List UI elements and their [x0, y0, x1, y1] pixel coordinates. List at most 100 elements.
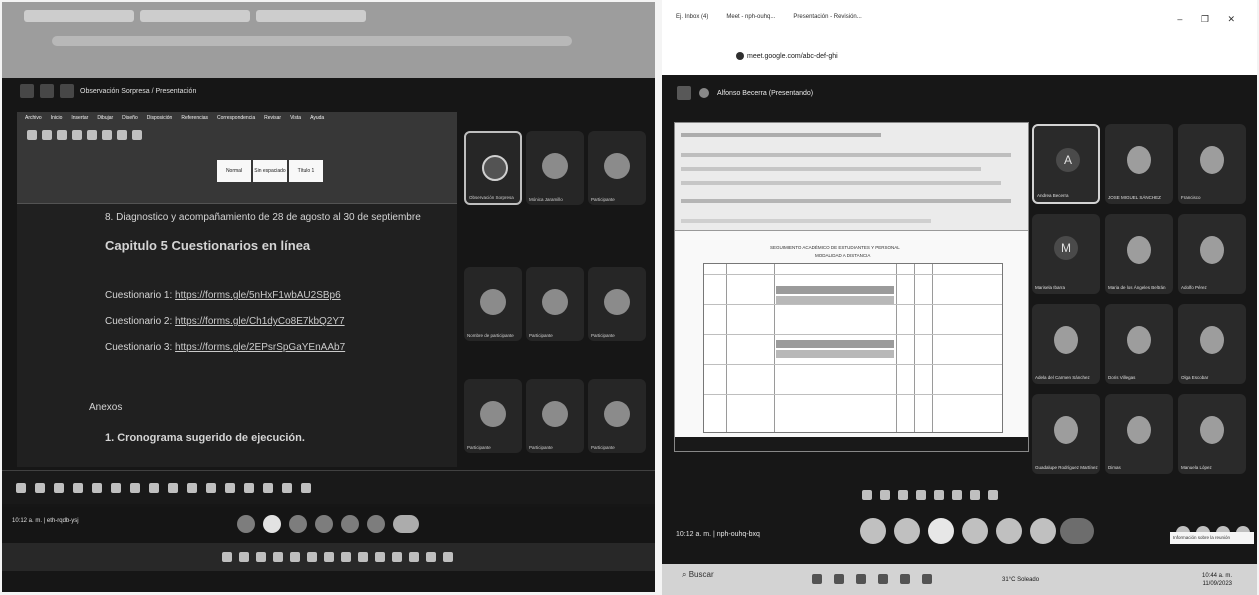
app-icon[interactable]	[970, 490, 980, 500]
italic-icon[interactable]	[57, 130, 67, 140]
participant-tile[interactable]: Francisco	[1178, 124, 1246, 204]
app-icon[interactable]	[301, 483, 311, 493]
app-icon[interactable]	[952, 490, 962, 500]
participant-tile[interactable]: Manuela López	[1178, 394, 1246, 474]
participant-tile[interactable]: Dimas	[1105, 394, 1173, 474]
participant-tile[interactable]: Participante	[588, 131, 646, 205]
font-color-icon[interactable]	[87, 130, 97, 140]
camera-icon[interactable]	[40, 84, 54, 98]
left-address-bar[interactable]	[52, 36, 572, 46]
browser-tab[interactable]	[256, 10, 366, 22]
address-bar[interactable]: meet.google.com/abc-def-ghi	[736, 52, 838, 60]
app-icon[interactable]	[812, 574, 822, 584]
ribbon-tab[interactable]: Ayuda	[310, 115, 324, 121]
app-icon[interactable]	[206, 483, 216, 493]
raise-hand-icon[interactable]	[962, 518, 988, 544]
app-icon[interactable]	[862, 490, 872, 500]
participant-tile[interactable]: Participante	[588, 379, 646, 453]
start-icon[interactable]	[16, 483, 26, 493]
taskbar-search[interactable]: ⌕ Buscar	[682, 570, 714, 580]
ribbon-tab[interactable]: Diseño	[122, 115, 138, 121]
app-icon[interactable]	[222, 552, 232, 562]
participant-tile[interactable]: M Marisela Ibarra	[1032, 214, 1100, 294]
app-icon[interactable]	[54, 483, 64, 493]
captions-icon[interactable]	[289, 515, 307, 533]
questionnaire-link[interactable]: https://forms.gle/5nHxF1wbAU2SBp6	[175, 290, 341, 301]
camera-icon[interactable]	[263, 515, 281, 533]
align-icon[interactable]	[132, 130, 142, 140]
participant-tile[interactable]: Nombre de participante	[464, 267, 522, 341]
app-icon[interactable]	[916, 490, 926, 500]
style-heading-1[interactable]: Título 1	[289, 160, 323, 182]
app-icon[interactable]	[244, 483, 254, 493]
style-normal[interactable]: Normal	[217, 160, 251, 182]
app-icon[interactable]	[409, 552, 419, 562]
participant-tile[interactable]: Mónica Jaramillo	[526, 131, 584, 205]
app-icon[interactable]	[934, 490, 944, 500]
app-icon[interactable]	[307, 552, 317, 562]
raise-hand-icon[interactable]	[315, 515, 333, 533]
numbering-icon[interactable]	[117, 130, 127, 140]
shared-spreadsheet[interactable]: SEGUIMIENTO ACADÉMICO DE ESTUDIANTES Y P…	[674, 122, 1029, 452]
participant-tile[interactable]: Observación Sorpresa	[464, 131, 522, 205]
app-icon[interactable]	[443, 552, 453, 562]
system-clock[interactable]: 10:44 a. m. 11/09/2023	[1202, 572, 1232, 588]
app-icon[interactable]	[880, 490, 890, 500]
app-icon[interactable]	[856, 574, 866, 584]
end-call-button[interactable]	[393, 515, 419, 533]
more-icon[interactable]	[367, 515, 385, 533]
browser-tab[interactable]: Ej. Inbox (4)	[676, 14, 708, 20]
ribbon-tab[interactable]: Vista	[290, 115, 301, 121]
app-icon[interactable]	[375, 552, 385, 562]
participant-tile[interactable]: Maria de los Ángeles Beltrán	[1105, 214, 1173, 294]
underline-icon[interactable]	[72, 130, 82, 140]
app-icon[interactable]	[324, 552, 334, 562]
present-icon[interactable]	[341, 515, 359, 533]
participant-tile[interactable]: Adela del Carmen Sánchez	[1032, 304, 1100, 384]
app-icon[interactable]	[392, 552, 402, 562]
grid-icon[interactable]	[677, 86, 691, 100]
app-icon[interactable]	[922, 574, 932, 584]
browser-tab[interactable]: Meet - nph-ouhq...	[726, 14, 775, 20]
browser-tab[interactable]: Presentación - Revisión...	[793, 14, 861, 20]
bullets-icon[interactable]	[102, 130, 112, 140]
questionnaire-link[interactable]: https://forms.gle/Ch1dyCo8E7kbQ2Y7	[175, 316, 345, 327]
window-controls[interactable]: – ❐ ✕	[1177, 14, 1243, 25]
app-icon[interactable]	[273, 552, 283, 562]
paste-icon[interactable]	[27, 130, 37, 140]
participant-tile[interactable]: A Andrea Becerra	[1032, 124, 1100, 204]
app-icon[interactable]	[92, 483, 102, 493]
app-icon[interactable]	[73, 483, 83, 493]
ribbon-tab[interactable]: Archivo	[25, 115, 42, 121]
end-call-button[interactable]	[1060, 518, 1094, 544]
captions-icon[interactable]	[928, 518, 954, 544]
weather-widget[interactable]: 31°C Soleado	[1002, 577, 1039, 583]
app-icon[interactable]	[282, 483, 292, 493]
questionnaire-link[interactable]: https://forms.gle/2EPsrSpGaYEnAAb7	[175, 342, 345, 353]
mic-icon[interactable]	[860, 518, 886, 544]
participant-tile[interactable]: Participante	[526, 267, 584, 341]
app-icon[interactable]	[358, 552, 368, 562]
app-icon[interactable]	[256, 552, 266, 562]
participant-tile[interactable]: Participante	[588, 267, 646, 341]
app-icon[interactable]	[341, 552, 351, 562]
browser-tab[interactable]	[24, 10, 134, 22]
present-icon[interactable]	[60, 84, 74, 98]
more-icon[interactable]	[1030, 518, 1056, 544]
grid-icon[interactable]	[20, 84, 34, 98]
camera-icon[interactable]	[894, 518, 920, 544]
ribbon-tab[interactable]: Revisar	[264, 115, 281, 121]
app-icon[interactable]	[168, 483, 178, 493]
participant-tile[interactable]: Participante	[464, 379, 522, 453]
ribbon-tab[interactable]: Inicio	[51, 115, 63, 121]
app-icon[interactable]	[111, 483, 121, 493]
browser-tab[interactable]	[140, 10, 250, 22]
participant-tile[interactable]: Participante	[526, 379, 584, 453]
ribbon-tab[interactable]: Correspondencia	[217, 115, 255, 121]
participant-tile[interactable]: Adolfo Pérez	[1178, 214, 1246, 294]
app-icon[interactable]	[290, 552, 300, 562]
search-icon[interactable]	[35, 483, 45, 493]
document-page[interactable]: 8. Diagnostico y acompañamiento de 28 de…	[17, 204, 457, 467]
participant-tile[interactable]: Guadalupe Rodríguez Martínez	[1032, 394, 1100, 474]
app-icon[interactable]	[898, 490, 908, 500]
